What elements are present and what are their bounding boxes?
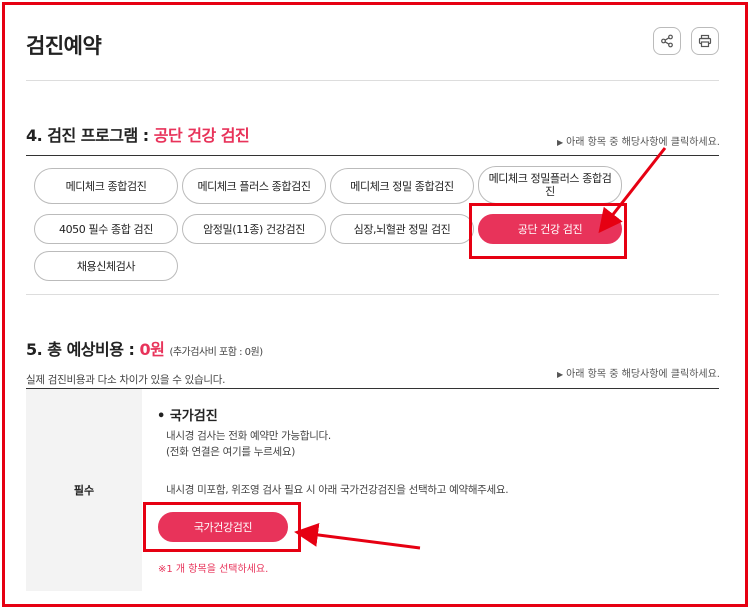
annotation-arrow-national — [294, 523, 421, 550]
annotation-arrow-program — [598, 147, 667, 234]
annotation-arrows — [294, 147, 667, 550]
